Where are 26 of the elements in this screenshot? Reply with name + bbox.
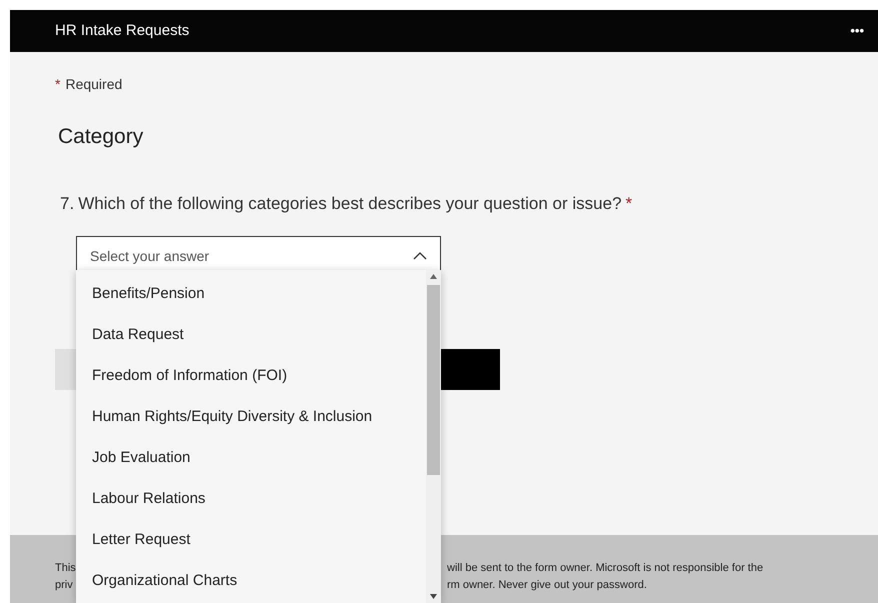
dropdown-option[interactable]: Job Evaluation <box>76 438 426 479</box>
required-asterisk: * <box>626 192 632 214</box>
question-text: Which of the following categories best describes your question or issue? <box>78 192 622 214</box>
scrollbar-thumb[interactable] <box>427 285 440 475</box>
more-button[interactable]: ••• <box>850 21 864 41</box>
submit-button[interactable] <box>440 349 500 390</box>
dropdown-option[interactable]: Freedom of Information (FOI) <box>76 356 426 397</box>
question-number: 7. <box>60 192 74 214</box>
required-asterisk: * <box>55 75 60 94</box>
dropdown-option[interactable]: Organizational Charts <box>76 561 426 602</box>
scroll-up-icon[interactable] <box>430 274 437 279</box>
footer-text: rm owner. Never give out your password. <box>447 578 647 593</box>
required-label: Required <box>65 75 122 94</box>
window-title: HR Intake Requests <box>55 20 190 41</box>
dropdown-option[interactable]: Labour Relations <box>76 479 426 520</box>
dropdown-option[interactable]: Letter Request <box>76 520 426 561</box>
footer-text: will be sent to the form owner. Microsoft is not responsible for the <box>447 561 764 576</box>
footer-text: This <box>55 562 76 574</box>
footer-text: priv <box>55 579 73 591</box>
dropdown-option[interactable]: Human Rights/Equity Diversity & Inclusion <box>76 397 426 438</box>
scrollbar[interactable] <box>426 270 441 603</box>
caret-icon <box>413 252 427 260</box>
scroll-down-icon[interactable] <box>430 594 437 599</box>
dropdown-option[interactable]: Data Request <box>76 315 426 356</box>
dropdown-option[interactable]: Benefits/Pension <box>76 274 426 315</box>
section-title: Category <box>57 124 144 150</box>
